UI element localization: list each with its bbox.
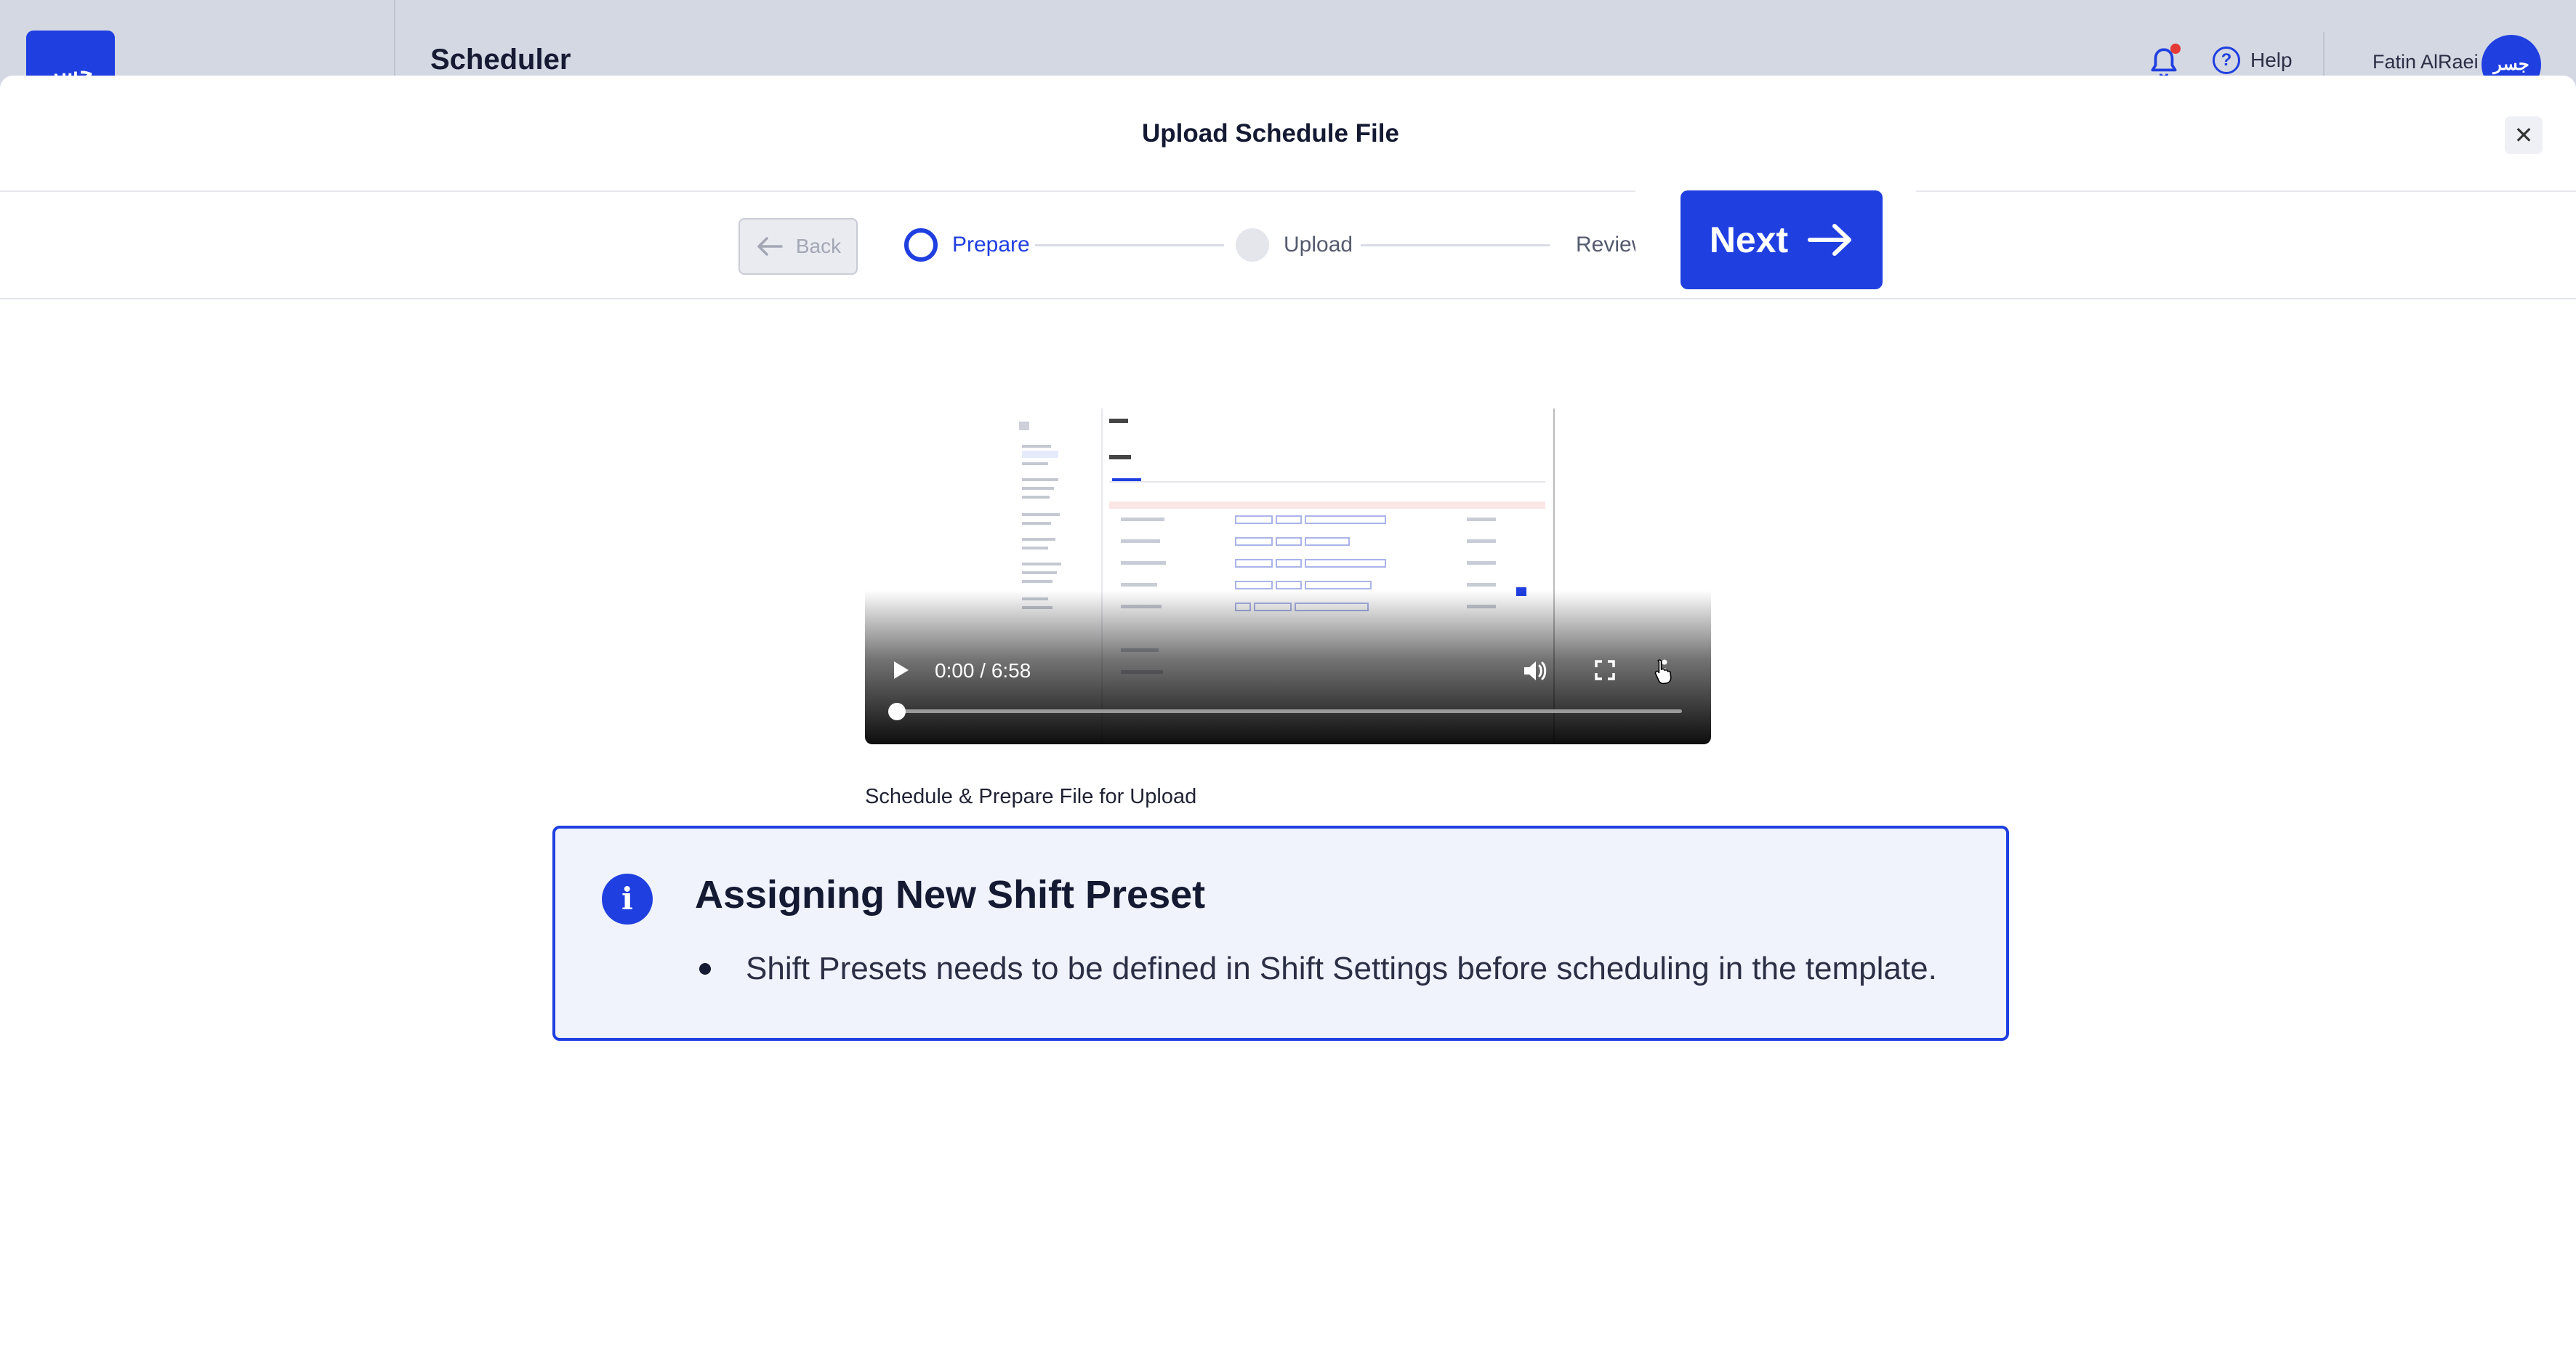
user-name: Fatin AlRaei [2372,51,2479,73]
video-progress-bar[interactable] [895,709,1682,713]
header-divider-right [2323,32,2325,77]
step-indicator [1236,228,1269,262]
step-label: Prepare [952,233,1030,257]
step-indicator-active [904,228,938,262]
modal-title: Upload Schedule File [1142,119,1399,148]
fullscreen-icon[interactable] [1593,659,1617,682]
back-label: Back [795,235,842,257]
step-connector [1361,244,1550,246]
step-label: Review [1576,233,1635,257]
help-icon: ? [2213,47,2240,74]
help-link[interactable]: ? Help [2213,47,2293,74]
video-progress-knob[interactable] [888,703,906,720]
step-connector [1035,244,1224,246]
step-prepare: Prepare [904,228,1030,262]
close-button[interactable]: ✕ [2505,116,2543,154]
help-label: Help [2250,49,2293,71]
header-divider [394,0,395,76]
next-button[interactable]: Next [1681,190,1883,289]
step-review: Review [1561,228,1635,262]
list-item: Shift Presets needs to be defined in Shi… [695,951,1937,987]
bullet-dot [699,963,711,975]
step-label: Upload [1284,233,1353,257]
video-caption: Schedule & Prepare File for Upload [865,785,1197,808]
info-heading: Assigning New Shift Preset [695,873,1206,917]
info-callout: i Assigning New Shift Preset Shift Prese… [552,826,2009,1041]
hand-cursor-icon [1654,659,1672,685]
back-button[interactable]: Back [738,218,858,275]
next-label: Next [1709,220,1789,260]
video-time: 0:00 / 6:58 [935,659,1031,682]
upload-schedule-modal: Upload Schedule File ✕ Back Prepare Uplo… [0,76,2576,1349]
volume-icon[interactable] [1522,659,1548,683]
info-icon: i [602,874,653,925]
tutorial-video[interactable]: 0:00 / 6:58 [865,408,1711,744]
arrow-left-icon [757,237,783,256]
arrow-right-icon [1808,224,1852,256]
play-icon[interactable] [890,659,911,682]
step-upload: Upload [1236,228,1353,262]
notification-dot [2170,44,2181,54]
app-title: Scheduler [430,44,571,76]
info-bullet-text: Shift Presets needs to be defined in Shi… [746,951,1937,986]
